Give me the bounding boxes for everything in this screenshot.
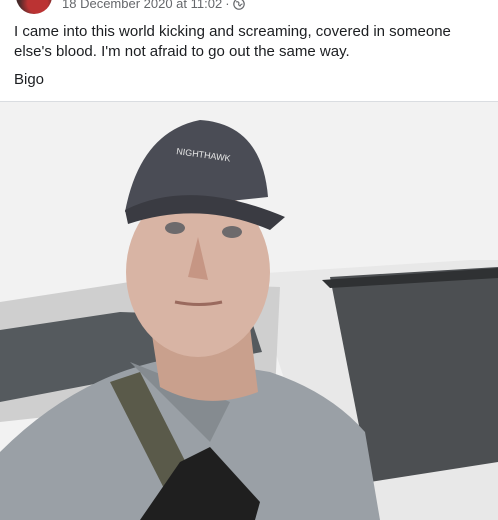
avatar[interactable] bbox=[16, 0, 52, 14]
globe-icon[interactable] bbox=[232, 0, 245, 10]
post-signature: Bigo bbox=[14, 71, 45, 88]
post-header: 18 December 2020 at 11:02 · bbox=[0, 0, 498, 18]
post-date[interactable]: 18 December 2020 at 11:02 bbox=[62, 0, 222, 11]
post-text: I came into this world kicking and screa… bbox=[14, 23, 451, 60]
post-meta: 18 December 2020 at 11:02 · bbox=[62, 0, 245, 11]
meta-separator: · bbox=[225, 0, 230, 11]
post-photo[interactable]: NIGHTHAWK bbox=[0, 102, 498, 520]
